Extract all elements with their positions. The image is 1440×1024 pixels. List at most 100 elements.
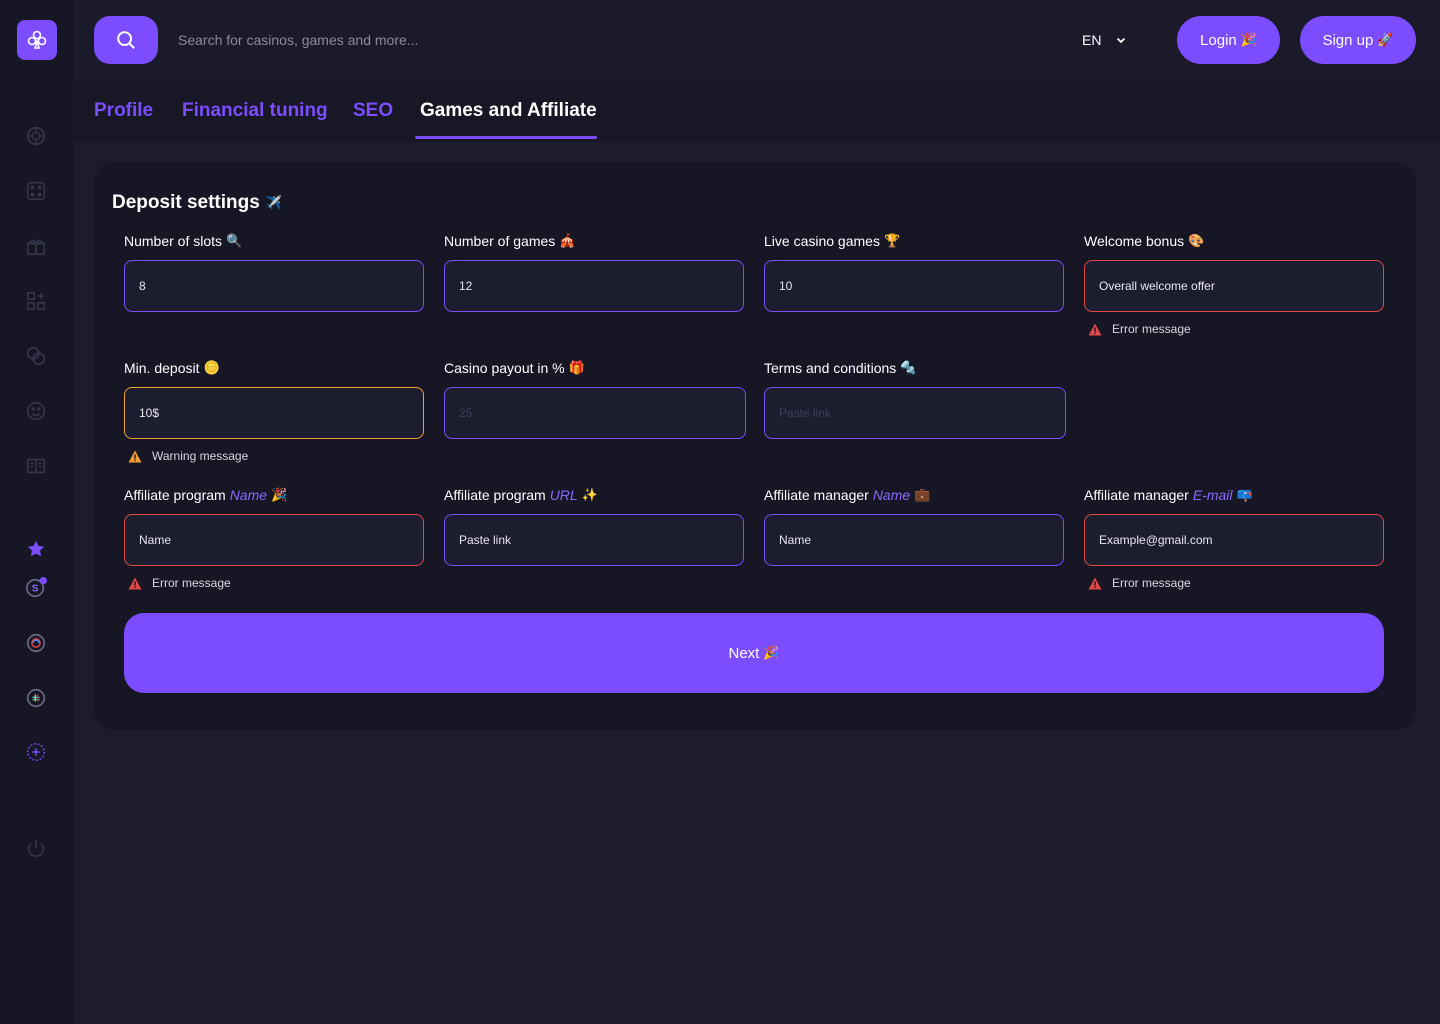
message-text: Error message — [152, 576, 231, 590]
field-affiliate-program-url: Affiliate program URL ✨ — [444, 486, 744, 566]
label-text: Affiliate manager — [1084, 487, 1189, 503]
field-number-of-slots: Number of slots 🔍 — [124, 232, 424, 312]
opera-icon[interactable] — [24, 631, 48, 655]
field-label: Terms and conditions 🔩 — [764, 359, 1066, 377]
field-label: Affiliate program URL ✨ — [444, 486, 744, 504]
manager-email-input[interactable] — [1084, 514, 1384, 566]
skrill-icon[interactable]: S — [24, 576, 48, 600]
search-button[interactable] — [94, 16, 158, 64]
party-popper-icon: 🎉 — [271, 487, 288, 502]
next-button[interactable]: Next 🎉 — [124, 613, 1384, 693]
field-number-of-games: Number of games 🎪 — [444, 232, 744, 312]
error-message: Error message — [1088, 322, 1384, 336]
field-label: Casino payout in % 🎁 — [444, 359, 746, 377]
trophy-icon: 🏆 — [883, 233, 901, 248]
label-highlight: Name — [229, 487, 268, 503]
card-title-text: Deposit settings — [112, 192, 260, 213]
slack-icon[interactable] — [24, 686, 48, 710]
poker-chip-icon[interactable] — [24, 124, 48, 148]
affiliate-url-input[interactable] — [444, 514, 744, 566]
next-label: Next — [728, 644, 760, 662]
party-popper-icon: 🎉 — [763, 645, 780, 660]
field-label: Affiliate manager Name 💼 — [764, 486, 1064, 504]
club-logo-icon[interactable] — [17, 20, 57, 60]
field-label: Affiliate manager E-mail 📪 — [1084, 486, 1384, 504]
sparkles-icon: ✨ — [581, 487, 598, 502]
label-text: Affiliate manager — [764, 487, 869, 503]
search-icon — [117, 31, 135, 49]
field-label: Affiliate program Name 🎉 — [124, 486, 424, 504]
tab-games-and-affiliate[interactable]: Games and Affiliate — [420, 100, 597, 122]
book-icon[interactable] — [24, 454, 48, 478]
sidebar: S — [0, 0, 74, 1024]
label-text: Affiliate program — [444, 487, 546, 503]
face-icon[interactable] — [24, 399, 48, 423]
deposit-settings-card: Deposit settings ✈️ Number of slots 🔍 Nu… — [94, 162, 1416, 730]
language-label: EN — [1082, 32, 1102, 48]
field-label: Welcome bonus 🎨 — [1084, 232, 1384, 250]
svg-text:S: S — [32, 584, 39, 595]
manager-name-input[interactable] — [764, 514, 1064, 566]
warning-triangle-icon — [128, 450, 142, 462]
screw-icon: 🔩 — [900, 360, 917, 375]
label-text: Casino payout in % — [444, 360, 565, 376]
rocket-icon: 🚀 — [1377, 32, 1394, 47]
palette-icon: 🎨 — [1188, 233, 1205, 248]
slots-input[interactable] — [124, 260, 424, 312]
games-input[interactable] — [444, 260, 744, 312]
label-text: Welcome bonus — [1084, 233, 1185, 249]
tab-financial-tuning[interactable]: Financial tuning — [182, 100, 328, 122]
label-text: Min. deposit — [124, 360, 200, 376]
label-text: Terms and conditions — [764, 360, 897, 376]
magnifier-icon: 🔍 — [226, 233, 243, 248]
label-text: Number of slots — [124, 233, 223, 249]
label-text: Live casino games — [764, 233, 880, 249]
search-input[interactable] — [178, 24, 698, 56]
coin-icon: 🪙 — [203, 360, 220, 375]
field-welcome-bonus: Welcome bonus 🎨 Error message — [1084, 232, 1384, 336]
field-affiliate-manager-name: Affiliate manager Name 💼 — [764, 486, 1064, 566]
party-popper-icon: 🎉 — [1240, 32, 1257, 47]
login-label: Login — [1200, 31, 1237, 49]
top-header: EN Login 🎉 Sign up 🚀 — [74, 0, 1440, 82]
label-text: Affiliate program — [124, 487, 226, 503]
signup-button[interactable]: Sign up 🚀 — [1300, 16, 1416, 64]
label-highlight: URL — [549, 487, 578, 503]
live-games-input[interactable] — [764, 260, 1064, 312]
gift-box-icon: 🎁 — [568, 360, 585, 375]
field-live-casino-games: Live casino games 🏆 — [764, 232, 1064, 312]
login-button[interactable]: Login 🎉 — [1177, 16, 1280, 64]
field-label: Min. deposit 🪙 — [124, 359, 424, 377]
error-triangle-icon — [1088, 323, 1102, 335]
message-text: Error message — [1112, 576, 1191, 590]
tab-seo[interactable]: SEO — [353, 100, 393, 122]
field-terms-and-conditions: Terms and conditions 🔩 — [764, 359, 1066, 439]
field-label: Number of games 🎪 — [444, 232, 744, 250]
label-text: Number of games — [444, 233, 556, 249]
payout-input[interactable] — [444, 387, 746, 439]
min-deposit-input[interactable] — [124, 387, 424, 439]
terms-link-input[interactable] — [764, 387, 1066, 439]
chevron-down-icon — [1117, 37, 1126, 44]
add-widget-icon[interactable] — [24, 289, 48, 313]
gift-icon[interactable] — [24, 234, 48, 258]
error-message: Error message — [128, 576, 424, 590]
message-text: Error message — [1112, 322, 1191, 336]
field-min-deposit: Min. deposit 🪙 Warning message — [124, 359, 424, 463]
dice-icon[interactable] — [24, 179, 48, 203]
star-icon[interactable] — [24, 537, 48, 561]
field-casino-payout: Casino payout in % 🎁 — [444, 359, 746, 439]
welcome-bonus-input[interactable] — [1084, 260, 1384, 312]
briefcase-icon: 💼 — [914, 487, 931, 502]
power-icon[interactable] — [24, 836, 48, 860]
affiliate-name-input[interactable] — [124, 514, 424, 566]
tab-profile[interactable]: Profile — [94, 100, 153, 122]
coins-icon[interactable] — [24, 344, 48, 368]
card-title: Deposit settings ✈️ — [112, 192, 282, 214]
add-circle-icon[interactable] — [24, 740, 48, 764]
language-selector[interactable]: EN — [1082, 28, 1127, 52]
warning-message: Warning message — [128, 449, 424, 463]
message-text: Warning message — [152, 449, 249, 463]
field-affiliate-program-name: Affiliate program Name 🎉 Error message — [124, 486, 424, 590]
active-tab-indicator — [415, 136, 597, 139]
